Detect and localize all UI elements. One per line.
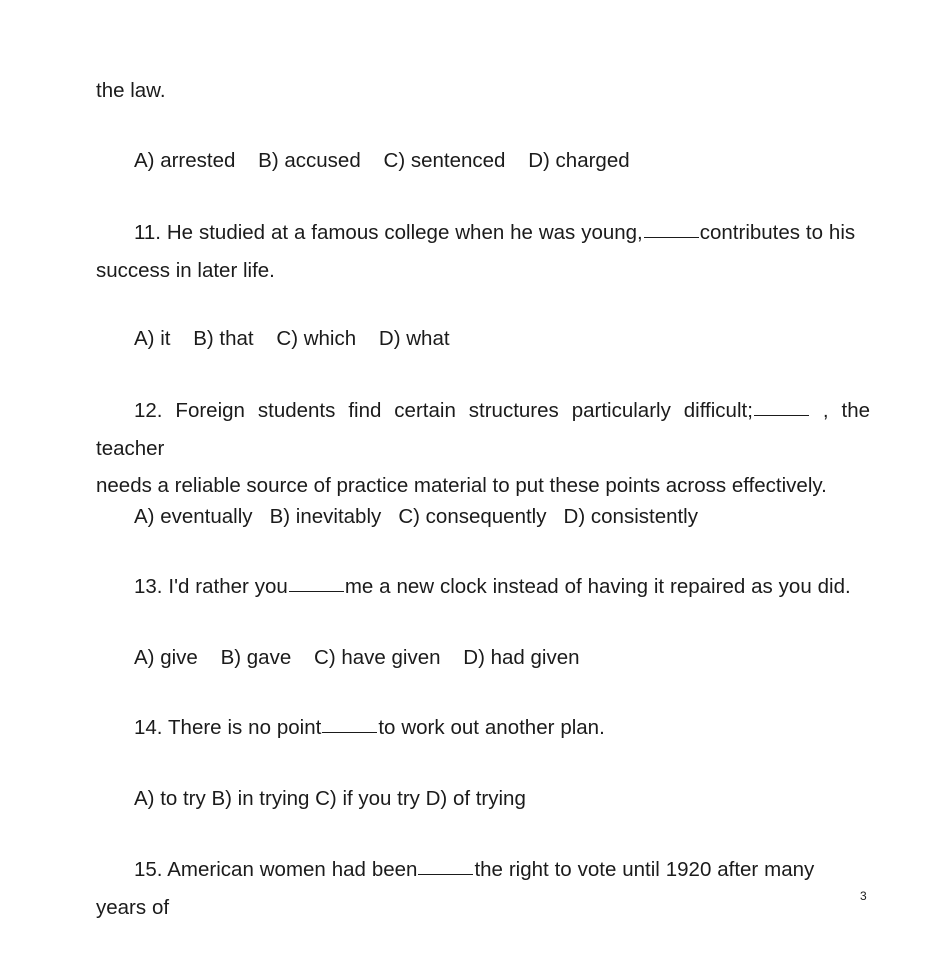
question-13: 13. I'd rather you me a new clock instead… (96, 568, 870, 606)
continuation-line-the-law: the law. (96, 72, 870, 110)
answer-blank-13 (288, 576, 344, 592)
question-13-line1: 13. I'd rather you me a new clock instead… (96, 568, 870, 606)
question-11-text-after: contributes to his (699, 221, 856, 244)
answer-blank-15 (418, 859, 474, 875)
options-row-q12: A) eventually B) inevitably C) consequen… (96, 498, 870, 536)
page-number: 3 (860, 889, 867, 903)
options-row-q14: A) to try B) in trying C) if you try D) … (96, 780, 870, 818)
question-11: 11. He studied at a famous college when … (96, 214, 870, 289)
options-row-q10: A) arrested B) accused C) sentenced D) c… (96, 142, 870, 180)
question-12: 12. Foreign students find certain struct… (96, 392, 870, 505)
question-14: 14. There is no point to work out another… (96, 709, 870, 747)
question-14-line1: 14. There is no point to work out another… (96, 709, 870, 747)
question-14-text-before: 14. There is no point (134, 716, 322, 739)
options-row-q13: A) give B) gave C) have given D) had giv… (96, 639, 870, 677)
answer-blank-11 (643, 222, 699, 238)
question-12-line1: 12. Foreign students find certain struct… (96, 392, 870, 467)
question-11-line2: success in later life. (96, 258, 275, 282)
question-15-line1: 15. American women had been the right to … (96, 851, 870, 926)
question-11-line1: 11. He studied at a famous college when … (96, 214, 870, 252)
question-12-text-before: 12. Foreign students find certain struct… (134, 399, 753, 422)
question-11-text-before: 11. He studied at a famous college when … (134, 221, 643, 244)
answer-blank-12 (753, 400, 809, 416)
question-13-text-before: 13. I'd rather you (134, 575, 288, 598)
question-14-text-after: to work out another plan. (378, 716, 605, 739)
options-text: A) give B) gave C) have given D) had giv… (134, 646, 580, 669)
question-15: 15. American women had been the right to … (96, 851, 870, 926)
options-text: A) to try B) in trying C) if you try D) … (134, 787, 526, 810)
document-page: the law. A) arrested B) accused C) sente… (0, 0, 945, 972)
answer-blank-14 (322, 717, 378, 733)
question-13-text-after: me a new clock instead of having it repa… (344, 575, 851, 598)
continuation-text: the law. (96, 79, 166, 102)
question-15-text-before: 15. American women had been (134, 858, 418, 881)
options-row-q11: A) it B) that C) which D) what (96, 320, 870, 358)
options-text: A) eventually B) inevitably C) consequen… (134, 505, 698, 528)
options-text: A) arrested B) accused C) sentenced D) c… (134, 149, 630, 172)
options-text: A) it B) that C) which D) what (134, 327, 450, 350)
